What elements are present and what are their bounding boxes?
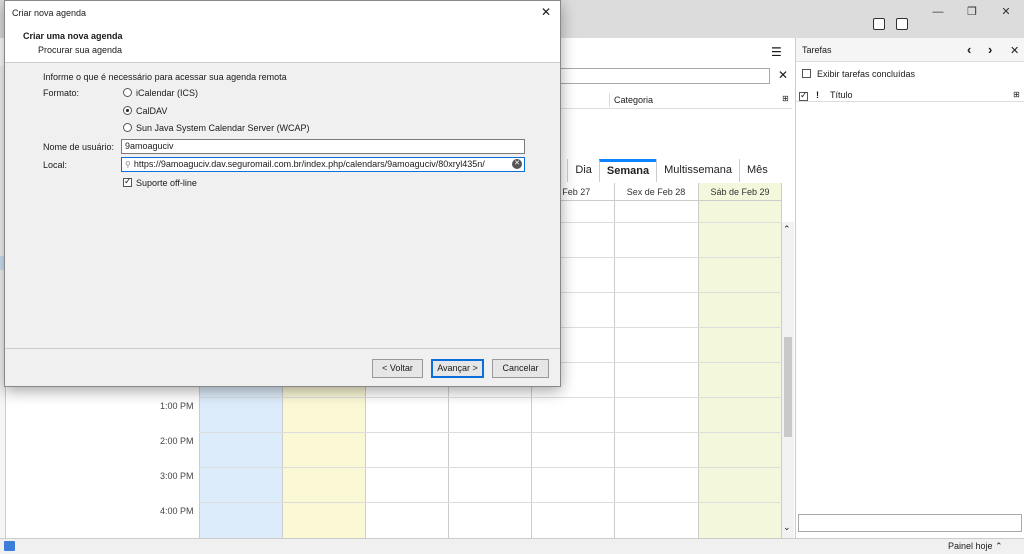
calendar-icon[interactable] xyxy=(873,18,885,30)
radio-wcap[interactable]: Sun Java System Calendar Server (WCAP) xyxy=(123,123,310,133)
status-bar: Painel hoje ⌃ xyxy=(0,538,1024,554)
minimize-button[interactable]: — xyxy=(921,4,955,20)
day-header[interactable]: Sex de Feb 28 xyxy=(614,183,698,201)
today-pane-button[interactable]: Painel hoje ⌃ xyxy=(948,541,1003,552)
cancel-button[interactable]: Cancelar xyxy=(492,359,549,378)
radio-ics[interactable]: iCalendar (ICS) xyxy=(123,88,198,98)
format-label: Formato: xyxy=(43,88,80,98)
view-tabs: m: 9 Dia Semana Multissemana Mês xyxy=(531,159,775,182)
intro-text: Informe o que é necessário para acessar … xyxy=(43,72,287,82)
day-column[interactable] xyxy=(698,183,782,538)
time-label: 4:00 PM xyxy=(160,506,194,516)
chevron-left-icon[interactable]: ‹ xyxy=(967,42,971,57)
show-completed-checkbox[interactable]: Exibir tarefas concluídas xyxy=(802,69,915,79)
dialog-titlebar: Criar nova agenda ✕ xyxy=(5,1,560,25)
day-header[interactable]: Sáb de Feb 29 xyxy=(698,183,782,201)
hamburger-menu-icon[interactable]: ☰ xyxy=(771,45,782,59)
column-picker-icon[interactable]: ⊞ xyxy=(1013,90,1020,99)
tab-week[interactable]: Semana xyxy=(598,159,657,182)
tasks-columns: ! Título ⊞ xyxy=(796,88,1024,102)
tasks-header: Tarefas ‹ › ✕ xyxy=(796,38,1024,62)
tasks-icon[interactable] xyxy=(896,18,908,30)
event-list-header: Categoria ⊞ xyxy=(560,91,792,109)
offline-checkbox[interactable]: Suporte off-line xyxy=(123,176,197,188)
close-search-icon[interactable]: ✕ xyxy=(778,68,788,82)
tab-day[interactable]: Dia xyxy=(567,159,599,182)
close-window-button[interactable]: ✕ xyxy=(989,4,1023,20)
time-label: 1:00 PM xyxy=(160,401,194,411)
connection-icon xyxy=(4,541,15,551)
next-button[interactable]: Avançar > xyxy=(431,359,484,378)
dialog-header: Criar uma nova agenda Procurar sua agend… xyxy=(5,25,560,63)
column-category[interactable]: Categoria xyxy=(614,95,653,105)
event-search-input[interactable] xyxy=(560,68,770,84)
time-label: 3:00 PM xyxy=(160,471,194,481)
dialog-title: Criar nova agenda xyxy=(12,8,87,18)
tasks-title: Tarefas xyxy=(802,45,832,55)
new-calendar-dialog: Criar nova agenda ✕ Criar uma nova agend… xyxy=(4,0,561,387)
chevron-right-icon[interactable]: › xyxy=(988,42,992,57)
location-value: https://9amoaguciv.dav.seguromail.com.br… xyxy=(133,159,485,169)
restore-button[interactable]: ❐ xyxy=(955,4,989,20)
radio-caldav[interactable]: CalDAV xyxy=(123,106,167,116)
tab-multiweek[interactable]: Multissemana xyxy=(656,159,739,182)
location-field[interactable]: ⚲ https://9amoaguciv.dav.seguromail.com.b… xyxy=(121,157,525,172)
scrollbar-thumb[interactable] xyxy=(784,337,792,437)
chevron-up-icon[interactable]: ⌃ xyxy=(783,224,791,235)
page-subtitle: Procurar sua agenda xyxy=(38,45,123,55)
column-picker-icon[interactable]: ⊞ xyxy=(782,94,789,103)
calendar-scrollbar[interactable]: ⌃ ⌄ xyxy=(782,222,794,538)
time-label: 2:00 PM xyxy=(160,436,194,446)
dialog-body: Informe o que é necessário para acessar … xyxy=(5,63,560,348)
search-icon: ⚲ xyxy=(125,160,131,169)
title-column[interactable]: Título xyxy=(830,90,853,100)
day-column[interactable] xyxy=(614,183,698,538)
location-label: Local: xyxy=(43,160,68,170)
tab-month[interactable]: Mês xyxy=(738,159,775,182)
clear-icon[interactable]: ✕ xyxy=(512,159,522,169)
close-icon[interactable]: ✕ xyxy=(1010,44,1019,57)
priority-column[interactable]: ! xyxy=(816,90,819,100)
quick-add-task-input[interactable] xyxy=(798,514,1022,532)
username-label: Nome de usuário: xyxy=(43,142,115,152)
page-title: Criar uma nova agenda xyxy=(23,31,123,41)
tasks-pane: Tarefas ‹ › ✕ Exibir tarefas concluídas … xyxy=(795,38,1024,538)
chevron-down-icon[interactable]: ⌄ xyxy=(783,522,791,533)
close-icon[interactable]: ✕ xyxy=(541,5,551,19)
back-button[interactable]: < Voltar xyxy=(372,359,423,378)
username-field[interactable]: 9amoaguciv xyxy=(121,139,525,154)
